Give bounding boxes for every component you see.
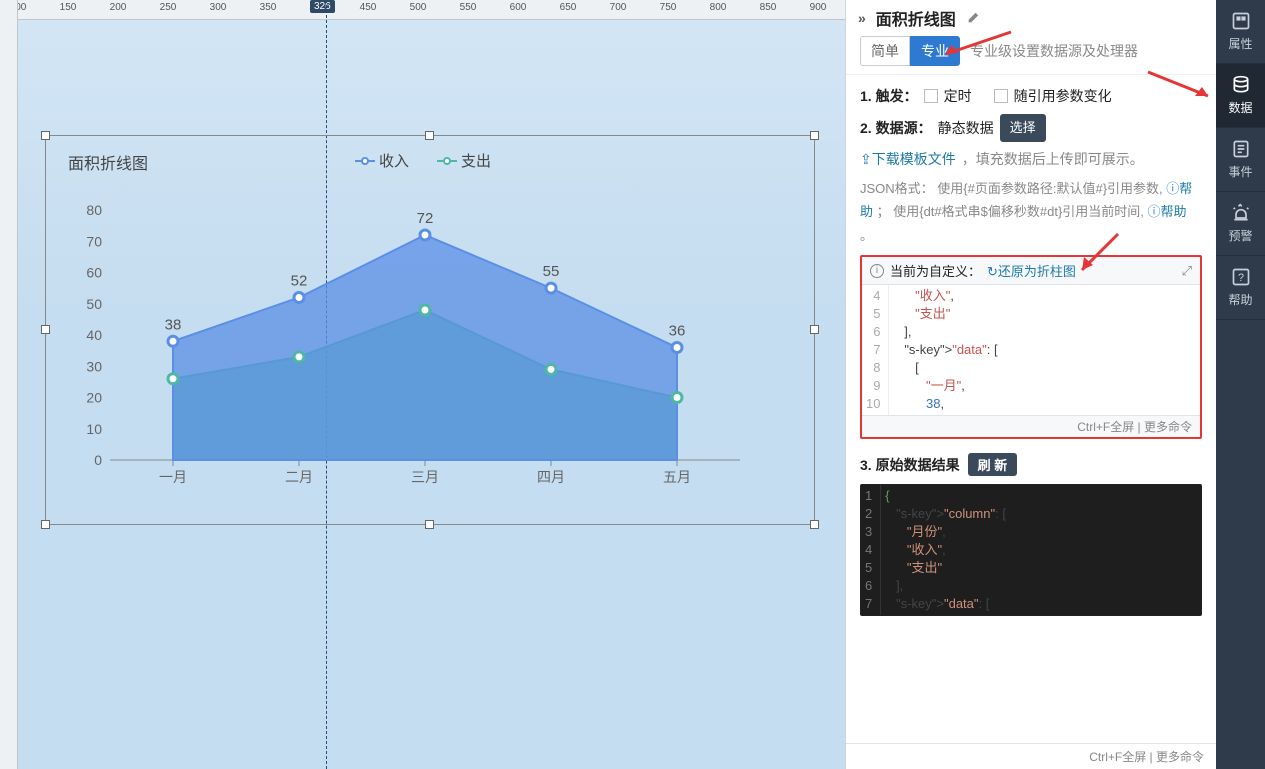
svg-text:50: 50 (86, 296, 102, 312)
download-template-link[interactable]: ⇪下载模板文件 (860, 146, 956, 173)
svg-text:40: 40 (86, 327, 102, 343)
restore-link[interactable]: ↻还原为折柱图 (987, 261, 1076, 280)
checkbox-label: 定时 (944, 83, 972, 110)
svg-text:52: 52 (291, 273, 308, 290)
svg-text:三月: 三月 (411, 469, 439, 485)
ruler-vertical[interactable] (0, 0, 18, 769)
properties-icon (1231, 11, 1251, 31)
legend-label: 收入 (379, 150, 409, 171)
editor-status: 当前为自定义： (890, 261, 981, 280)
legend-marker-income (355, 156, 375, 166)
panel-header: » 面积折线图 (846, 0, 1216, 36)
ruler-marker[interactable]: 326 (310, 0, 335, 13)
hint-text: ，填充数据后上传即可展示。 (962, 146, 1144, 173)
svg-text:72: 72 (417, 210, 434, 227)
help-icon: ? (1231, 267, 1251, 287)
result-viewer[interactable]: 1234567 { "s-key">"column": [ "月份", "收入"… (860, 484, 1202, 616)
checkbox-label: 随引用参数变化 (1014, 83, 1112, 110)
svg-text:30: 30 (86, 358, 102, 374)
svg-text:38: 38 (165, 316, 182, 333)
svg-text:一月: 一月 (159, 469, 187, 485)
svg-text:80: 80 (86, 202, 102, 218)
sidebar-item-label: 属性 (1228, 35, 1252, 52)
svg-text:四月: 四月 (537, 469, 565, 485)
section-label: 1. 触发： (860, 83, 918, 110)
tab-hint: 专业级设置数据源及处理器 (970, 41, 1138, 61)
tab-simple[interactable]: 简单 (860, 36, 910, 66)
chart-plot: 0 10 20 30 40 50 60 70 80 一月 二月 三月 四月 五月 38 52 72 55 36 (60, 190, 760, 500)
sidebar-item-props[interactable]: 属性 (1216, 0, 1265, 64)
sidebar-item-label: 事件 (1228, 163, 1252, 180)
alarm-icon (1231, 203, 1251, 223)
section-label: 2. 数据源： (860, 115, 932, 142)
design-canvas[interactable]: 1001502002503003504004505005506006507007… (0, 0, 845, 769)
svg-text:70: 70 (86, 233, 102, 249)
upload-icon: ⇪ (860, 151, 872, 167)
sidebar-item-label: 预警 (1228, 227, 1252, 244)
sidebar-item-help[interactable]: ? 帮助 (1216, 256, 1265, 320)
expand-icon[interactable]: ⤢ (1182, 263, 1192, 279)
svg-text:20: 20 (86, 390, 102, 406)
events-icon (1231, 139, 1251, 159)
edit-icon[interactable] (966, 11, 980, 25)
refresh-button[interactable]: 刷 新 (968, 453, 1018, 476)
legend-marker-expense (437, 156, 457, 166)
json-format-help: JSON格式： 使用{#页面参数路径:默认值#}引用参数, ⓘ帮助 ； 使用{d… (860, 177, 1202, 247)
sidebar-item-events[interactable]: 事件 (1216, 128, 1265, 192)
section-result: 3. 原始数据结果 刷 新 (860, 453, 1202, 476)
sidebar-item-alarm[interactable]: 预警 (1216, 192, 1265, 256)
svg-text:55: 55 (543, 263, 560, 280)
svg-text:?: ? (1237, 272, 1243, 284)
svg-text:五月: 五月 (663, 469, 691, 485)
chart-legend: 收入 支出 (355, 150, 491, 171)
tab-professional[interactable]: 专业 (910, 36, 960, 66)
collapse-icon[interactable]: » (858, 10, 866, 26)
section-datasource: 2. 数据源： 静态数据 选择 (860, 114, 1202, 143)
chart-title: 面积折线图 (68, 150, 148, 174)
editor-footer[interactable]: Ctrl+F全屏 | 更多命令 (862, 415, 1200, 437)
json-editor[interactable]: i 当前为自定义： ↻还原为折柱图 ⤢ 45678910 "收入", "支出" … (860, 255, 1202, 439)
panel-title: 面积折线图 (876, 6, 956, 30)
svg-text:36: 36 (669, 323, 686, 340)
checkbox-timer[interactable] (924, 89, 938, 103)
legend-label: 支出 (461, 150, 491, 171)
right-sidebar: 属性 数据 事件 预警 ? 帮助 (1216, 0, 1265, 769)
checkbox-params[interactable] (994, 89, 1008, 103)
svg-text:10: 10 (86, 421, 102, 437)
sidebar-item-label: 数据 (1228, 99, 1252, 116)
mode-tabs: 简单 专业 专业级设置数据源及处理器 (846, 36, 1216, 75)
config-panel: » 面积折线图 简单 专业 专业级设置数据源及处理器 1. 触发： 定时 随引用… (845, 0, 1216, 769)
panel-footer[interactable]: Ctrl+F全屏 | 更多命令 (846, 743, 1216, 769)
svg-text:二月: 二月 (285, 469, 313, 485)
info-icon: i (870, 264, 884, 278)
ruler-horizontal[interactable]: 1001502002503003504004505005506006507007… (0, 0, 845, 20)
svg-text:0: 0 (94, 452, 102, 468)
database-icon (1231, 75, 1251, 95)
sidebar-item-data[interactable]: 数据 (1216, 64, 1265, 128)
section-trigger: 1. 触发： 定时 随引用参数变化 (860, 83, 1202, 110)
sidebar-item-label: 帮助 (1228, 291, 1252, 308)
svg-text:60: 60 (86, 265, 102, 281)
select-button[interactable]: 选择 (1000, 114, 1046, 143)
help-link[interactable]: 帮助 (1161, 204, 1187, 219)
datasource-mode: 静态数据 (938, 115, 994, 142)
